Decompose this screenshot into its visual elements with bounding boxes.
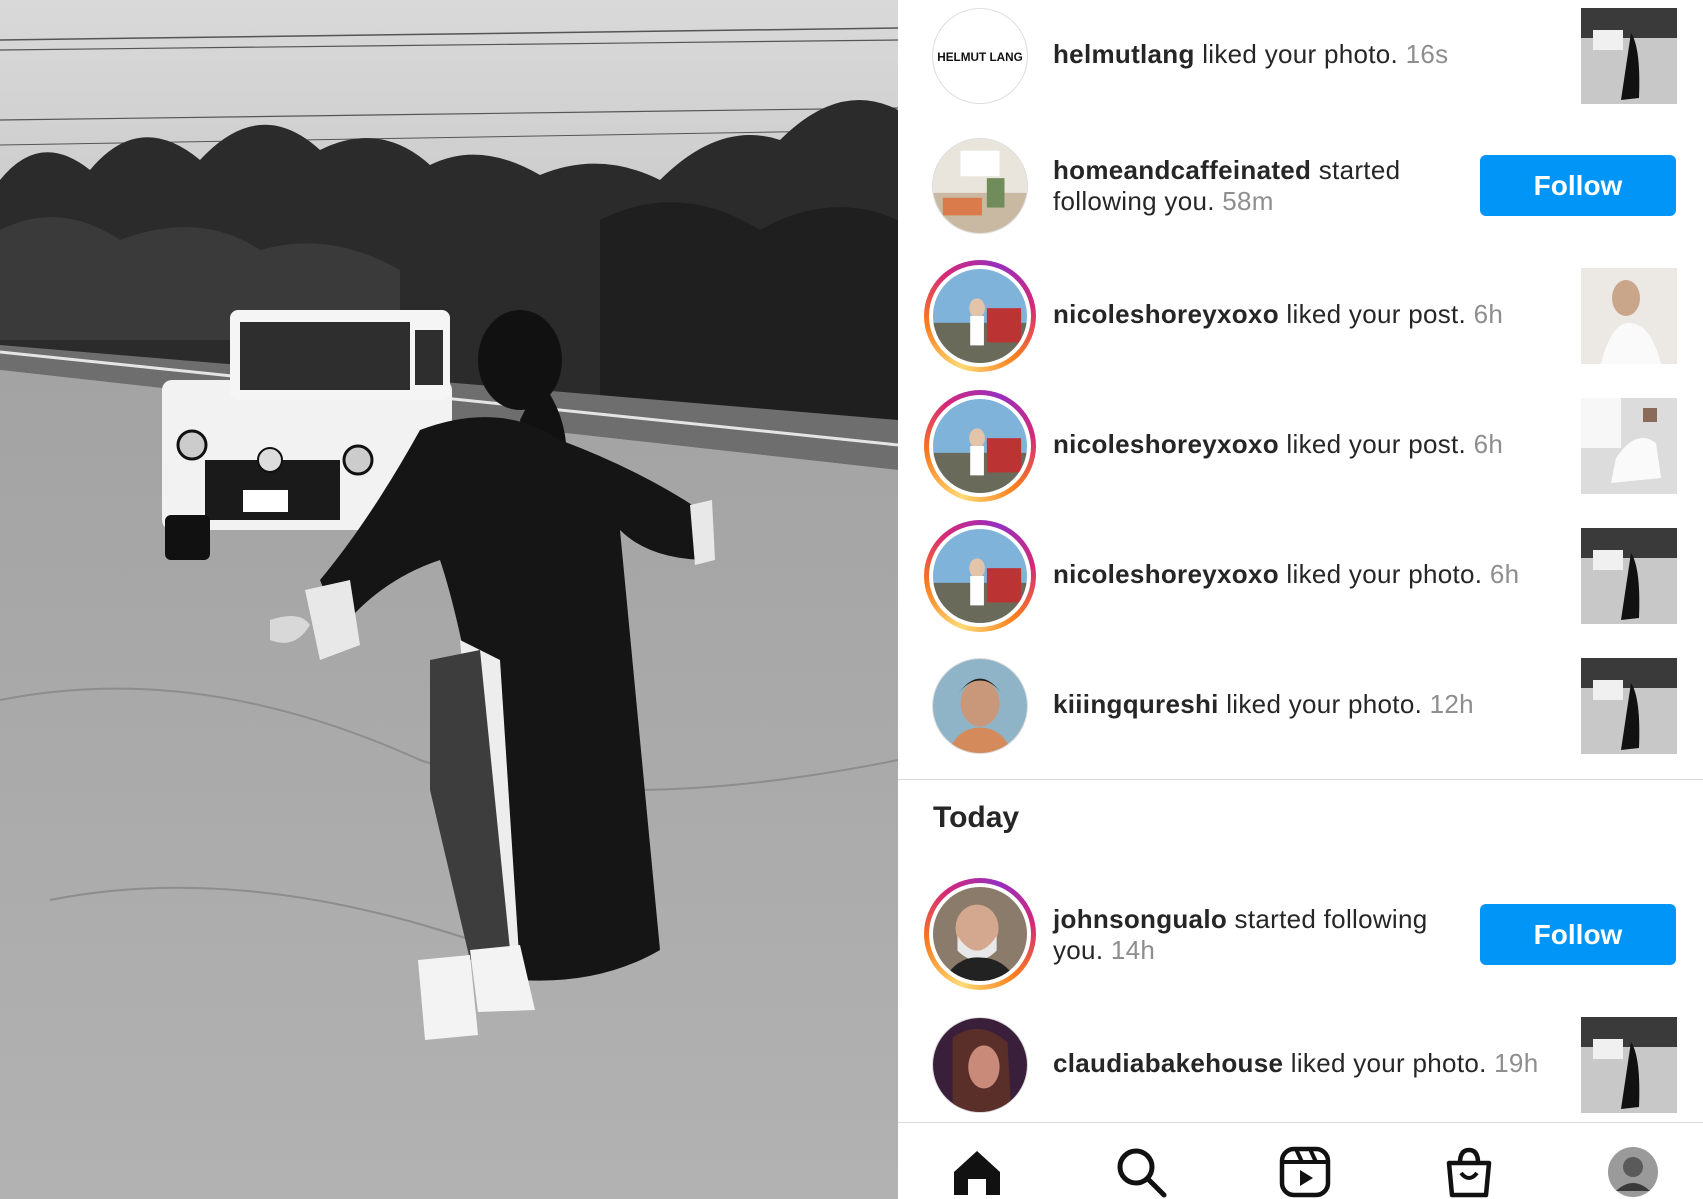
bearded-man-avatar[interactable] <box>924 878 1036 990</box>
username[interactable]: johnsongualo <box>1053 904 1227 934</box>
post-thumbnail[interactable] <box>1581 528 1677 624</box>
notification-text: helmutlang liked your photo. 16s <box>1053 39 1623 70</box>
post-thumbnail[interactable] <box>1581 658 1677 754</box>
shop-icon[interactable] <box>1442 1145 1502 1199</box>
helmut-lang-logo[interactable]: HELMUT LANG <box>932 8 1028 104</box>
living-room-avatar[interactable] <box>932 138 1028 234</box>
timestamp: 6h <box>1489 559 1520 589</box>
username[interactable]: helmutlang <box>1053 39 1195 69</box>
search-icon[interactable] <box>1114 1145 1174 1199</box>
username[interactable]: nicoleshoreyxoxo <box>1053 559 1279 589</box>
list-item[interactable]: nicoleshoreyxoxo liked your post. 6h <box>898 380 1703 510</box>
list-item[interactable]: nicoleshoreyxoxo liked your photo. 6h <box>898 510 1703 640</box>
notification-text: nicoleshoreyxoxo liked your photo. 6h <box>1053 559 1623 590</box>
notification-action: liked your photo. <box>1278 559 1483 589</box>
section-divider <box>898 779 1703 780</box>
list-item[interactable]: johnsongualo started following you. 14h … <box>898 870 1703 1000</box>
username[interactable]: nicoleshoreyxoxo <box>1053 299 1279 329</box>
post-thumbnail[interactable] <box>1581 268 1677 364</box>
notification-action: liked your photo. <box>1283 1048 1487 1078</box>
post-thumbnail[interactable] <box>1581 1017 1677 1113</box>
nicole-avatar[interactable] <box>924 520 1036 632</box>
username[interactable]: homeandcaffeinated <box>1053 155 1311 185</box>
list-item[interactable]: HELMUT LANG helmutlang liked your photo.… <box>898 0 1703 130</box>
woman-avatar[interactable] <box>932 1017 1028 1113</box>
man-avatar[interactable] <box>932 658 1028 754</box>
follow-button[interactable]: Follow <box>1480 155 1676 216</box>
timestamp: 14h <box>1110 935 1156 965</box>
post-thumbnail[interactable] <box>1581 398 1677 494</box>
notification-action: liked your photo. <box>1194 39 1399 69</box>
bottom-nav <box>898 1122 1703 1199</box>
timestamp: 12h <box>1429 689 1474 719</box>
follow-button[interactable]: Follow <box>1480 904 1676 965</box>
notification-text: kiiingqureshi liked your photo. 12h <box>1053 689 1623 720</box>
profile-icon[interactable] <box>1606 1145 1666 1199</box>
nicole-avatar[interactable] <box>924 260 1036 372</box>
list-item[interactable]: nicoleshoreyxoxo liked your post. 6h <box>898 250 1703 380</box>
timestamp: 6h <box>1473 429 1504 459</box>
notification-action: liked your post. <box>1278 299 1467 329</box>
username[interactable]: kiiingqureshi <box>1053 689 1219 719</box>
notification-action: liked your photo. <box>1218 689 1423 719</box>
notification-text: claudiabakehouse liked your photo. 19h <box>1053 1048 1623 1079</box>
main-photo <box>0 0 898 1199</box>
notifications-panel: HELMUT LANG helmutlang liked your photo.… <box>898 0 1703 1199</box>
timestamp: 16s <box>1405 39 1449 69</box>
notification-text: johnsongualo started following you. 14h <box>1053 904 1453 966</box>
list-item[interactable]: claudiabakehouse liked your photo. 19h <box>898 1000 1703 1130</box>
notification-text: nicoleshoreyxoxo liked your post. 6h <box>1053 429 1623 460</box>
timestamp: 6h <box>1473 299 1504 329</box>
list-item[interactable]: kiiingqureshi liked your photo. 12h <box>898 640 1703 770</box>
list-item[interactable]: homeandcaffeinated started following you… <box>898 120 1703 250</box>
username[interactable]: nicoleshoreyxoxo <box>1053 429 1279 459</box>
home-icon[interactable] <box>950 1145 1010 1199</box>
reels-icon[interactable] <box>1278 1145 1338 1199</box>
notification-text: homeandcaffeinated started following you… <box>1053 155 1453 217</box>
timestamp: 19h <box>1494 1048 1539 1078</box>
timestamp: 58m <box>1222 186 1274 216</box>
username[interactable]: claudiabakehouse <box>1053 1048 1283 1078</box>
svg-text:HELMUT LANG: HELMUT LANG <box>937 51 1023 64</box>
section-title-today: Today <box>933 801 1020 834</box>
notification-action: liked your post. <box>1278 429 1467 459</box>
nicole-avatar[interactable] <box>924 390 1036 502</box>
post-thumbnail[interactable] <box>1581 8 1677 104</box>
notification-text: nicoleshoreyxoxo liked your post. 6h <box>1053 299 1623 330</box>
